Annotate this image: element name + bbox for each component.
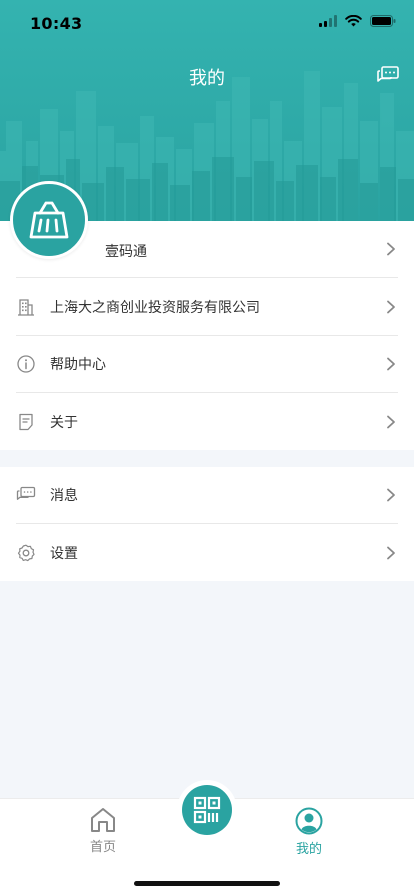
qr-code-icon: [193, 796, 221, 824]
user-icon: [295, 807, 323, 835]
gear-icon: [16, 543, 36, 563]
chat-icon: [377, 66, 399, 82]
chevron-right-icon: [387, 546, 395, 559]
header-message-button[interactable]: [376, 64, 400, 88]
menu-item-help[interactable]: 帮助中心: [16, 336, 398, 393]
scan-button[interactable]: [182, 785, 232, 835]
chevron-right-icon: [387, 415, 395, 428]
status-time: 10:43: [30, 14, 83, 33]
shopping-bag-icon: [29, 201, 69, 239]
wifi-icon: [345, 15, 362, 27]
menu-item-messages[interactable]: 消息: [16, 467, 398, 524]
menu-item-company[interactable]: 上海大之商创业投资服务有限公司: [16, 279, 398, 336]
chevron-right-icon: [387, 488, 395, 502]
building-icon: [16, 297, 36, 317]
chat-icon: [16, 485, 36, 505]
document-icon: [16, 412, 36, 432]
chevron-right-icon: [387, 357, 395, 371]
tab-home-label: 首页: [89, 840, 116, 855]
status-icons: [319, 15, 396, 27]
menu-item-about[interactable]: 关于: [16, 393, 398, 450]
tab-mine[interactable]: 我的: [274, 807, 344, 857]
menu-item-label: 帮助中心: [50, 357, 106, 373]
chevron-right-icon: [387, 242, 395, 256]
status-bar: 10:43: [0, 0, 414, 48]
menu-item-label: 上海大之商创业投资服务有限公司: [50, 300, 260, 316]
page-title: 我的: [189, 68, 225, 89]
chevron-right-icon: [387, 300, 395, 314]
tab-mine-label: 我的: [295, 842, 322, 857]
profile-name: 壹码通: [105, 244, 147, 260]
info-icon: [16, 354, 36, 374]
menu-item-label: 消息: [50, 488, 78, 504]
menu-item-settings[interactable]: 设置: [16, 524, 398, 581]
battery-icon: [370, 15, 396, 27]
cellular-signal-icon: [319, 15, 337, 27]
menu-item-label: 设置: [50, 545, 78, 562]
menu-item-label: 关于: [50, 414, 78, 431]
avatar[interactable]: [10, 181, 88, 259]
home-icon: [91, 808, 115, 832]
home-indicator: [134, 881, 280, 886]
tab-home[interactable]: 首页: [68, 807, 138, 855]
